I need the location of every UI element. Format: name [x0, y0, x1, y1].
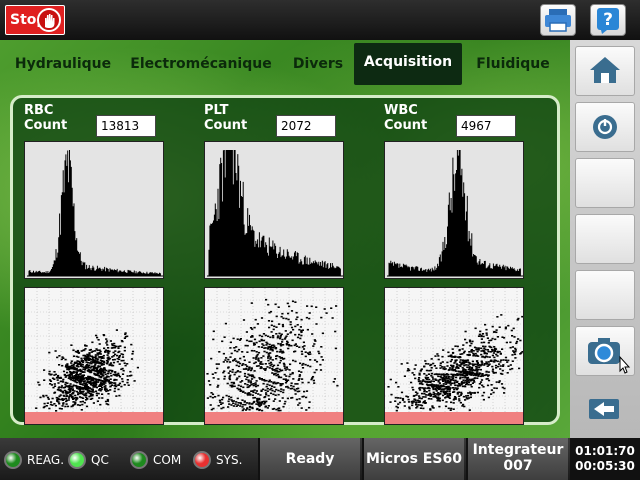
- sys-indicator-icon: [193, 451, 211, 469]
- reag-label: REAG.: [27, 453, 65, 467]
- rbc-scattergram: [24, 287, 164, 425]
- plt-scattergram: [204, 287, 344, 425]
- clock: 01:01:70 00:05:30: [570, 438, 640, 480]
- user-line-1: Integrateur: [472, 442, 564, 458]
- power-icon: [576, 115, 634, 155]
- status-bar: REAG. QC COM SYS. Ready Micros ES60 Inte…: [0, 438, 640, 480]
- com-indicator-icon: [130, 451, 148, 469]
- home-button[interactable]: [575, 46, 635, 96]
- back-arrow-icon: [575, 399, 633, 434]
- tab-electromecanique[interactable]: Electromécanique: [122, 43, 280, 85]
- plt-histogram: [204, 141, 344, 279]
- stop-button[interactable]: Stop: [5, 5, 65, 35]
- help-button[interactable]: ?: [590, 4, 626, 36]
- tab-divers[interactable]: Divers: [286, 43, 350, 85]
- qc-label: QC: [91, 453, 109, 467]
- tab-fluidique[interactable]: Fluidique: [466, 43, 560, 85]
- side-button-3[interactable]: [575, 158, 635, 208]
- tab-bar: Hydraulique Electromécanique Divers Acqu…: [0, 40, 570, 86]
- app-window: Stop ? Hydraulique Electromécanique Dive…: [0, 0, 640, 480]
- com-label: COM: [153, 453, 182, 467]
- instrument-name: Micros ES60: [362, 438, 464, 480]
- tab-hydraulique[interactable]: Hydraulique: [10, 43, 116, 85]
- clock-elapsed: 00:05:30: [575, 459, 635, 473]
- rbc-histogram: [24, 141, 164, 279]
- print-button[interactable]: [540, 4, 576, 36]
- side-button-5[interactable]: [575, 270, 635, 320]
- rbc-count-label: RBC Count: [24, 103, 68, 133]
- user-name: Integrateur 007: [466, 438, 568, 480]
- camera-icon: [576, 338, 634, 379]
- plt-count-field: 2072: [276, 115, 336, 137]
- power-button[interactable]: [575, 102, 635, 152]
- wbc-scattergram: [384, 287, 524, 425]
- sys-label: SYS.: [216, 453, 243, 467]
- rbc-count-field: 13813: [96, 115, 156, 137]
- top-bar: Stop ?: [0, 0, 640, 40]
- wbc-count-label: WBC Count: [384, 103, 428, 133]
- wbc-histogram: [384, 141, 524, 279]
- printer-icon: [541, 9, 575, 39]
- help-icon: ?: [591, 8, 625, 39]
- back-button[interactable]: [575, 382, 635, 432]
- stop-hand-icon: [37, 8, 61, 32]
- side-button-4[interactable]: [575, 214, 635, 264]
- camera-button[interactable]: [575, 326, 635, 376]
- acquisition-panel: RBC Count 13813 PLT Count 2072 WBC Count…: [10, 95, 560, 425]
- home-icon: [576, 57, 634, 99]
- user-line-2: 007: [503, 458, 533, 474]
- clock-time: 01:01:70: [575, 444, 635, 458]
- tab-acquisition[interactable]: Acquisition: [354, 43, 462, 85]
- main-panel: Hydraulique Electromécanique Divers Acqu…: [0, 40, 570, 438]
- right-sidebar: [570, 40, 640, 438]
- plt-count-label: PLT Count: [204, 103, 248, 133]
- reag-indicator-icon: [4, 451, 22, 469]
- qc-indicator-icon: [68, 451, 86, 469]
- svg-text:?: ?: [603, 10, 613, 30]
- wbc-count-field: 4967: [456, 115, 516, 137]
- status-text: Ready: [258, 438, 360, 480]
